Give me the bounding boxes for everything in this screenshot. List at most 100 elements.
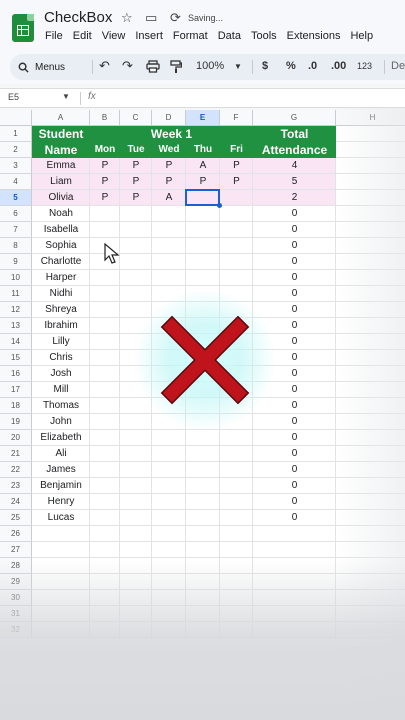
redo-icon[interactable]: ↷ xyxy=(122,58,133,74)
student-name-cell[interactable]: Sophia xyxy=(32,238,90,254)
total-attendance-cell[interactable]: 0 xyxy=(253,254,336,270)
menu-help[interactable]: Help xyxy=(350,30,373,44)
attendance-cell[interactable]: P xyxy=(152,174,186,190)
menu-data[interactable]: Data xyxy=(218,30,241,44)
grid-cell[interactable] xyxy=(253,542,336,558)
column-header-f[interactable]: F xyxy=(220,110,253,126)
paint-format-icon[interactable] xyxy=(170,60,182,74)
attendance-cell[interactable] xyxy=(152,494,186,510)
student-name-cell[interactable]: Chris xyxy=(32,350,90,366)
column-header-a[interactable]: A xyxy=(32,110,90,126)
student-name-cell[interactable]: Noah xyxy=(32,206,90,222)
attendance-cell[interactable] xyxy=(152,510,186,526)
attendance-cell[interactable]: P xyxy=(90,190,120,206)
name-box[interactable]: E5 xyxy=(8,92,19,102)
attendance-cell[interactable] xyxy=(90,350,120,366)
student-name-cell[interactable]: Shreya xyxy=(32,302,90,318)
attendance-cell[interactable]: P xyxy=(220,174,253,190)
total-attendance-cell[interactable]: 4 xyxy=(253,158,336,174)
sheets-logo-icon[interactable] xyxy=(12,14,34,42)
attendance-cell[interactable] xyxy=(90,334,120,350)
row-header[interactable]: 13 xyxy=(0,318,32,334)
move-to-folder-icon[interactable]: ▭ xyxy=(145,10,157,26)
attendance-cell[interactable] xyxy=(120,238,152,254)
attendance-cell[interactable] xyxy=(220,494,253,510)
total-attendance-cell[interactable]: 0 xyxy=(253,286,336,302)
student-name-cell[interactable]: Benjamin xyxy=(32,478,90,494)
menu-tools[interactable]: Tools xyxy=(251,30,277,44)
student-name-cell[interactable]: James xyxy=(32,462,90,478)
menu-extensions[interactable]: Extensions xyxy=(287,30,341,44)
total-attendance-cell[interactable]: 0 xyxy=(253,222,336,238)
document-title[interactable]: CheckBox xyxy=(44,9,112,26)
column-header-b[interactable]: B xyxy=(90,110,120,126)
total-attendance-cell[interactable]: 2 xyxy=(253,190,336,206)
menu-view[interactable]: View xyxy=(102,30,126,44)
attendance-cell[interactable] xyxy=(90,478,120,494)
row-header[interactable]: 2 xyxy=(0,142,32,158)
student-name-cell[interactable]: Liam xyxy=(32,174,90,190)
column-header-g[interactable]: G xyxy=(253,110,336,126)
chevron-down-icon[interactable]: ▼ xyxy=(234,62,242,71)
attendance-cell[interactable] xyxy=(186,510,220,526)
row-header[interactable]: 7 xyxy=(0,222,32,238)
attendance-cell[interactable] xyxy=(90,510,120,526)
attendance-cell[interactable] xyxy=(152,254,186,270)
attendance-cell[interactable] xyxy=(152,430,186,446)
grid-cell[interactable] xyxy=(120,526,152,542)
attendance-cell[interactable] xyxy=(90,270,120,286)
grid-cell[interactable] xyxy=(253,526,336,542)
attendance-cell[interactable] xyxy=(152,222,186,238)
attendance-cell[interactable] xyxy=(186,446,220,462)
star-icon[interactable]: ☆ xyxy=(121,10,133,26)
chevron-down-icon[interactable]: ▼ xyxy=(62,92,70,101)
number-format-button[interactable]: 123 xyxy=(357,61,372,71)
student-name-cell[interactable]: Josh xyxy=(32,366,90,382)
attendance-cell[interactable] xyxy=(220,430,253,446)
grid-cell[interactable] xyxy=(186,542,220,558)
total-attendance-cell[interactable]: 0 xyxy=(253,302,336,318)
attendance-cell[interactable] xyxy=(120,222,152,238)
attendance-cell[interactable] xyxy=(90,398,120,414)
attendance-cell[interactable] xyxy=(220,478,253,494)
row-header[interactable]: 11 xyxy=(0,286,32,302)
total-attendance-cell[interactable]: 0 xyxy=(253,398,336,414)
menu-file[interactable]: File xyxy=(45,30,63,44)
attendance-cell[interactable] xyxy=(186,494,220,510)
attendance-cell[interactable] xyxy=(152,206,186,222)
menus-button[interactable]: Menus xyxy=(18,58,65,76)
row-header[interactable]: 22 xyxy=(0,462,32,478)
attendance-cell[interactable] xyxy=(120,462,152,478)
student-name-cell[interactable]: Thomas xyxy=(32,398,90,414)
attendance-cell[interactable] xyxy=(90,446,120,462)
attendance-cell[interactable] xyxy=(90,222,120,238)
row-header[interactable]: 18 xyxy=(0,398,32,414)
attendance-cell[interactable] xyxy=(90,206,120,222)
zoom-select[interactable]: 100% xyxy=(196,60,224,72)
menu-format[interactable]: Format xyxy=(173,30,208,44)
print-icon[interactable] xyxy=(146,60,160,73)
row-header[interactable]: 17 xyxy=(0,382,32,398)
grid-cell[interactable] xyxy=(90,526,120,542)
currency-format-button[interactable]: $ xyxy=(262,60,268,72)
student-name-cell[interactable]: Ibrahim xyxy=(32,318,90,334)
attendance-cell[interactable] xyxy=(152,478,186,494)
attendance-cell[interactable] xyxy=(120,414,152,430)
column-header-c[interactable]: C xyxy=(120,110,152,126)
row-header[interactable]: 5 xyxy=(0,190,32,206)
attendance-cell[interactable] xyxy=(220,446,253,462)
attendance-cell[interactable] xyxy=(120,478,152,494)
grid-cell[interactable] xyxy=(220,542,253,558)
row-header[interactable]: 26 xyxy=(0,526,32,542)
attendance-cell[interactable] xyxy=(120,302,152,318)
student-name-cell[interactable]: Elizabeth xyxy=(32,430,90,446)
attendance-cell[interactable] xyxy=(152,270,186,286)
attendance-cell[interactable] xyxy=(186,254,220,270)
row-header[interactable]: 15 xyxy=(0,350,32,366)
attendance-cell[interactable] xyxy=(90,494,120,510)
student-name-cell[interactable]: Lilly xyxy=(32,334,90,350)
attendance-cell[interactable] xyxy=(90,430,120,446)
attendance-cell[interactable] xyxy=(90,382,120,398)
row-header[interactable]: 6 xyxy=(0,206,32,222)
row-header[interactable]: 14 xyxy=(0,334,32,350)
